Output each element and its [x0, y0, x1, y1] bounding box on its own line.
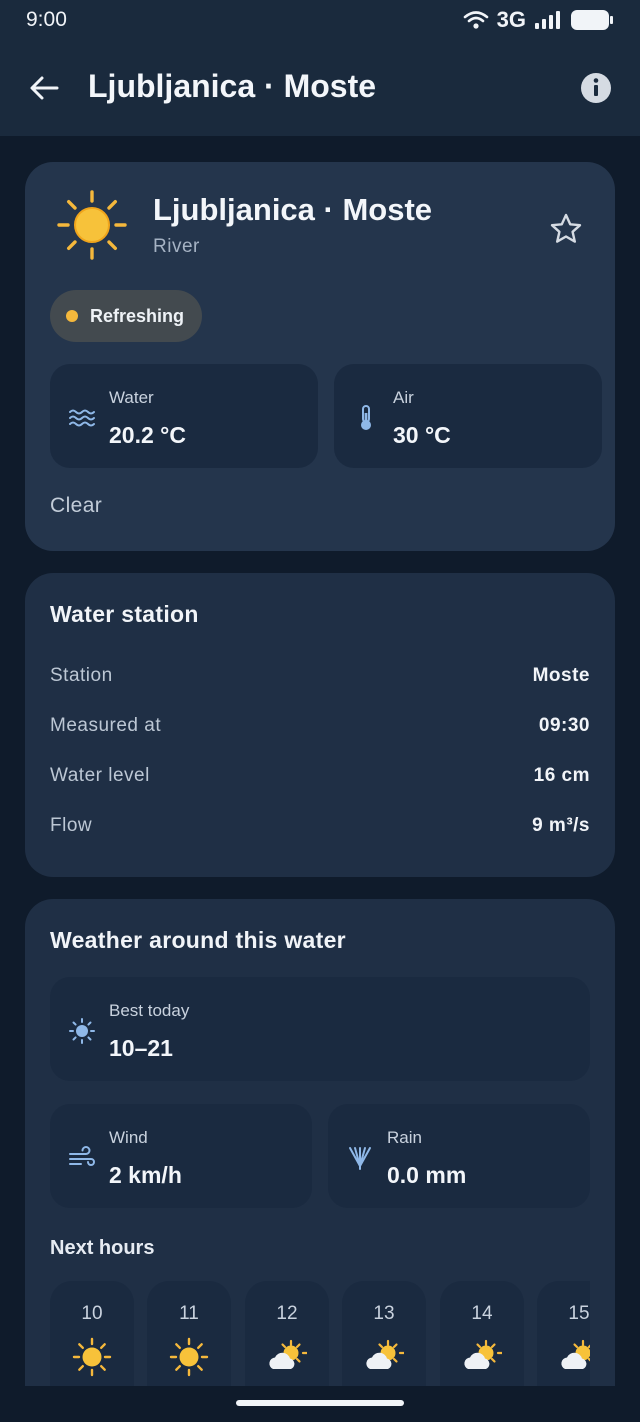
water-temp-value: 20.2 °C — [109, 422, 186, 448]
next-hours-label: Next hours — [50, 1237, 155, 1259]
flow-key: Flow — [50, 815, 93, 836]
best-today-label: Best today — [109, 1001, 190, 1020]
waves-icon — [69, 409, 95, 427]
condition-text: Clear — [50, 494, 103, 517]
back-button[interactable] — [26, 70, 62, 106]
measured-at-key: Measured at — [50, 715, 162, 736]
measured-at-value: 09:30 — [538, 715, 590, 736]
flow-row: Flow 9 m³/s — [50, 811, 590, 841]
status-bar: 9:00 3G — [0, 0, 640, 40]
water-temp-label: Water — [109, 388, 154, 407]
hour-label: 10 — [81, 1303, 103, 1324]
air-temp-tile: Air 30 °C — [334, 364, 602, 468]
hour-label: 14 — [471, 1303, 493, 1324]
status-icons: 3G — [463, 7, 614, 33]
wifi-icon — [463, 11, 488, 29]
sun-icon — [57, 190, 127, 260]
weather-heading: Weather around this water — [50, 927, 346, 953]
best-today-tile: Best today 10–21 — [50, 977, 590, 1081]
hour-card[interactable]: 13 — [342, 1281, 426, 1386]
station-key: Station — [50, 665, 113, 686]
water-type: River — [153, 236, 200, 257]
partly-cloudy-icon — [464, 1339, 502, 1369]
status-label: Refreshing — [90, 305, 185, 326]
hour-label: 12 — [276, 1303, 298, 1324]
status-badge: Refreshing — [50, 290, 203, 342]
air-temp-label: Air — [393, 388, 414, 407]
sun-icon — [72, 1337, 112, 1377]
navigation-bar — [0, 1386, 640, 1422]
rain-label: Rain — [387, 1128, 422, 1147]
content-scroll[interactable]: Ljubljanica · Moste River Refreshing Wat… — [0, 136, 640, 1386]
rain-tile: Rain 0.0 mm — [328, 1104, 590, 1208]
arrow-left-icon — [30, 76, 59, 100]
flow-value: 9 m³/s — [532, 815, 590, 836]
rain-value: 0.0 mm — [387, 1162, 467, 1188]
network-type: 3G — [496, 7, 526, 32]
info-icon — [581, 73, 611, 103]
hour-card[interactable]: 11 — [147, 1281, 231, 1386]
thermometer-icon — [361, 405, 371, 430]
water-level-key: Water level — [50, 765, 150, 786]
status-dot — [66, 310, 78, 322]
partly-cloudy-icon — [366, 1339, 404, 1369]
hour-label: 13 — [373, 1303, 395, 1324]
wind-tile: Wind 2 km/h — [50, 1104, 312, 1208]
sun-outline-icon — [69, 1018, 95, 1044]
info-button[interactable] — [580, 72, 612, 104]
partly-cloudy-icon — [269, 1339, 307, 1369]
water-level-value: 16 cm — [533, 765, 590, 786]
wind-label: Wind — [109, 1128, 148, 1147]
air-temp-value: 30 °C — [393, 422, 451, 448]
star-icon — [550, 213, 582, 243]
page-title: Ljubljanica · Moste — [88, 68, 377, 104]
signal-icon — [535, 11, 560, 29]
water-temp-tile: Water 20.2 °C — [50, 364, 318, 468]
hour-card[interactable]: 12 — [245, 1281, 329, 1386]
water-level-row: Water level 16 cm — [50, 761, 590, 791]
station-value: Moste — [532, 665, 590, 686]
hour-label: 15 — [568, 1303, 590, 1324]
station-heading: Water station — [50, 601, 199, 627]
hour-card[interactable]: 15 — [537, 1281, 590, 1386]
wind-value: 2 km/h — [109, 1162, 182, 1188]
app-bar: Ljubljanica · Moste — [0, 40, 640, 136]
sun-icon — [169, 1337, 209, 1377]
wind-icon — [69, 1146, 95, 1166]
weather-card: Weather around this water Best today 10–… — [25, 899, 615, 1386]
status-time: 9:00 — [26, 8, 67, 31]
station-row: Station Moste — [50, 661, 590, 691]
water-station-card: Water station Station Moste Measured at … — [25, 573, 615, 877]
home-gesture-handle[interactable] — [236, 1400, 404, 1406]
hour-card[interactable]: 10 — [50, 1281, 134, 1386]
partly-cloudy-icon — [561, 1339, 590, 1369]
battery-icon — [571, 10, 613, 30]
hourly-forecast-list[interactable]: 10 11 12 13 14 15 — [50, 1281, 590, 1386]
water-summary-card: Ljubljanica · Moste River Refreshing Wat… — [25, 162, 615, 551]
measured-at-row: Measured at 09:30 — [50, 711, 590, 741]
hour-label: 11 — [179, 1303, 199, 1324]
best-today-value: 10–21 — [109, 1035, 173, 1061]
umbrella-icon — [349, 1147, 371, 1170]
favorite-button[interactable] — [549, 212, 583, 246]
hour-card[interactable]: 14 — [440, 1281, 524, 1386]
water-title: Ljubljanica · Moste — [153, 192, 433, 227]
